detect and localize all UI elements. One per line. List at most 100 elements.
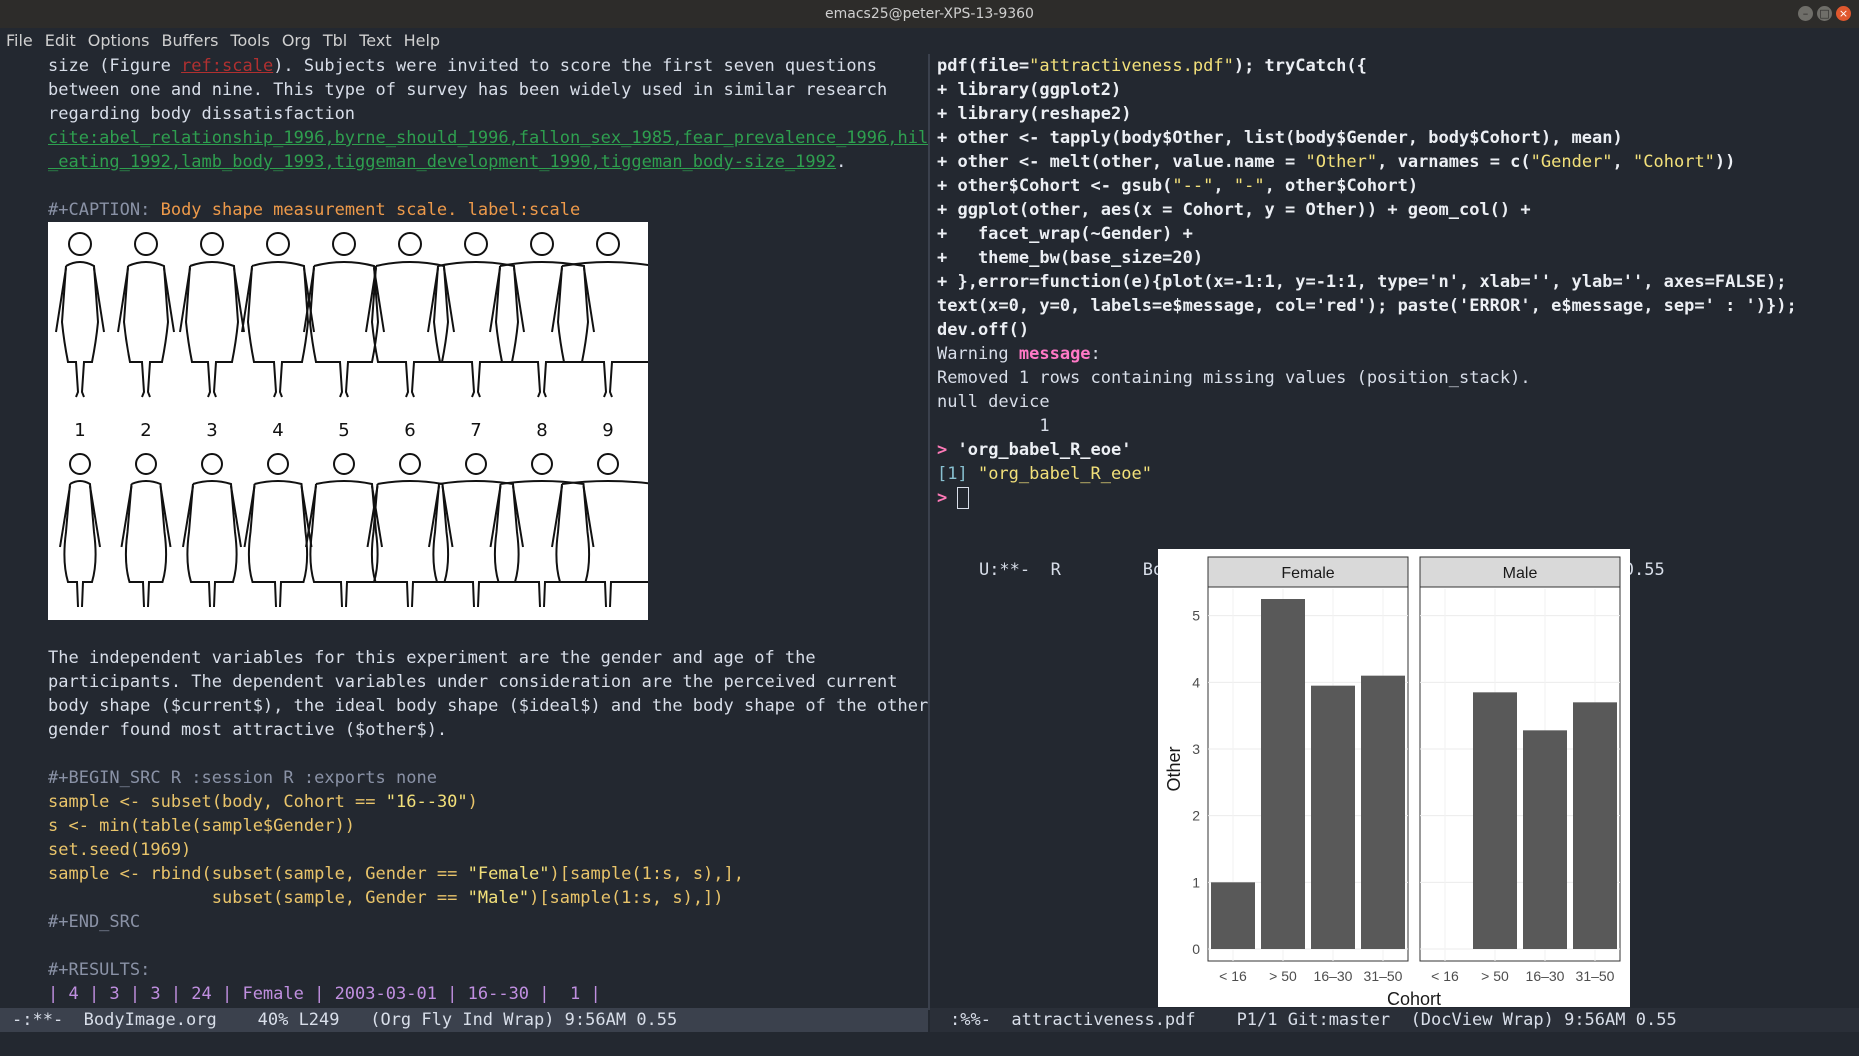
- text-run: 'org_babel_R_eoe': [957, 440, 1132, 460]
- minibuffer[interactable]: [0, 1032, 1859, 1053]
- menu-item-tools[interactable]: Tools: [224, 28, 275, 54]
- text-run: text(x=0, y=0, labels=e$message, col='re…: [937, 296, 1797, 316]
- male-figure-2: [117, 232, 175, 398]
- org-link[interactable]: _eating_1992,lamb_body_1993,tiggeman_dev…: [48, 152, 836, 172]
- scale-number: 5: [338, 420, 349, 441]
- y-tick-label: 0: [1192, 941, 1200, 957]
- text-run: regarding body dissatisfaction: [48, 104, 356, 124]
- menu-item-text[interactable]: Text: [353, 28, 397, 54]
- x-tick-label: 31–50: [1364, 968, 1403, 984]
- text-run: "16--30": [385, 792, 468, 812]
- scale-number: 8: [536, 420, 547, 441]
- female-figure-9: [551, 453, 665, 608]
- org-link[interactable]: cite:abel_relationship_1996,byrne_should…: [48, 128, 928, 148]
- text-run: dev.off(): [937, 320, 1030, 340]
- y-tick-label: 5: [1192, 608, 1200, 624]
- menu-item-org[interactable]: Org: [276, 28, 317, 54]
- male-figure-8: [489, 232, 595, 398]
- text-run: Removed 1 rows containing missing values…: [937, 368, 1531, 388]
- org-line: #+CAPTION: Body shape measurement scale.…: [48, 198, 580, 222]
- text-run: s <- min(table(sample$Gender)): [48, 816, 356, 836]
- text-run: "Other": [1305, 152, 1378, 172]
- scale-number: 2: [140, 420, 151, 441]
- text-run: "-": [1233, 176, 1265, 196]
- scale-number: 7: [470, 420, 481, 441]
- close-icon[interactable]: ×: [1836, 6, 1851, 21]
- org-line: #+BEGIN_SRC R :session R :exports none: [48, 766, 437, 790]
- text-run: subset(sample, Gender ==: [48, 888, 468, 908]
- org-line: size (Figure ref:scale). Subjects were i…: [48, 54, 877, 78]
- r-console-line: + library(ggplot2): [937, 78, 1121, 102]
- scale-number: 3: [206, 420, 217, 441]
- facet-label: Female: [1281, 565, 1334, 582]
- r-console-line: pdf(file="attractiveness.pdf"); tryCatch…: [937, 54, 1367, 78]
- x-tick-label: > 50: [1269, 968, 1297, 984]
- text-run: ,: [1213, 176, 1234, 196]
- female-figure-8: [489, 453, 595, 608]
- menu-item-buffers[interactable]: Buffers: [156, 28, 225, 54]
- window-title: emacs25@peter-XPS-13-9360: [825, 6, 1034, 22]
- female-figure-4: [243, 453, 313, 608]
- x-axis-label: Cohort: [1387, 989, 1441, 1007]
- text-run: message: [1018, 344, 1091, 364]
- text-run: between one and nine. This type of surve…: [48, 80, 888, 100]
- r-console-line: null device: [937, 390, 1050, 414]
- text-run: participants. The dependent variables un…: [48, 672, 898, 692]
- r-console-line: + facet_wrap(~Gender) +: [937, 222, 1193, 246]
- maximize-icon[interactable]: □: [1817, 6, 1832, 21]
- text-run: sample <- rbind(subset(sample, Gender ==: [48, 864, 468, 884]
- text-run: body shape ($current$), the ideal body s…: [48, 696, 928, 716]
- scale-number: 4: [272, 420, 283, 441]
- text-run: + other$Cohort <- gsub(: [937, 176, 1173, 196]
- text-run: )[sample(1:s, s),],: [549, 864, 744, 884]
- text-run: ,: [1612, 152, 1634, 172]
- text-run: | 4 | 3 | 3 | 24 | Female | 2003-03-01 |…: [48, 984, 601, 1004]
- menu-item-options[interactable]: Options: [82, 28, 156, 54]
- menu-item-edit[interactable]: Edit: [39, 28, 82, 54]
- x-tick-label: 16–30: [1314, 968, 1353, 984]
- text-run: "Male": [467, 888, 530, 908]
- org-line: body shape ($current$), the ideal body s…: [48, 694, 928, 718]
- org-line: s <- min(table(sample$Gender)): [48, 814, 355, 838]
- text-run: [1]: [937, 464, 978, 484]
- text-cursor: [957, 487, 970, 509]
- org-buffer-pane[interactable]: size (Figure ref:scale). Subjects were i…: [0, 54, 928, 1010]
- text-run: Warning: [937, 344, 1019, 364]
- org-line: regarding body dissatisfaction: [48, 102, 355, 126]
- text-run: "Cohort": [1633, 152, 1715, 172]
- attractiveness-chart: Female < 16 > 50 16–30 31–50 Male < 16 > 50 16–3…: [1164, 556, 1621, 1009]
- text-run: #+BEGIN_SRC R :session R :exports none: [48, 768, 437, 788]
- r-console-line: + other <- tapply(body$Other, list(body$…: [937, 126, 1623, 150]
- right-modeline-text: :%%- attractiveness.pdf P1/1 Git:master …: [950, 1010, 1677, 1030]
- text-run: + theme_bw(base_size=20): [937, 248, 1204, 268]
- text-run: #+CAPTION:: [48, 200, 161, 220]
- org-line: participants. The dependent variables un…: [48, 670, 898, 694]
- female-figure-2: [120, 453, 172, 608]
- r-console-line: >: [937, 486, 970, 510]
- left-modeline: -:**- BodyImage.org 40% L249 (Org Fly In…: [0, 1008, 928, 1032]
- female-figure-7: [428, 453, 524, 608]
- r-console-line: + other <- melt(other, value.name = "Oth…: [937, 150, 1735, 174]
- male-figure-7: [427, 232, 525, 398]
- r-console-line: text(x=0, y=0, labels=e$message, col='re…: [937, 294, 1797, 318]
- org-line: sample <- rbind(subset(sample, Gender ==…: [48, 862, 744, 886]
- org-line: between one and nine. This type of surve…: [48, 78, 887, 102]
- text-run: )[sample(1:s, s),]): [529, 888, 724, 908]
- text-run: .: [836, 152, 847, 172]
- text-run: pdf(file=: [937, 56, 1030, 76]
- text-run: ). Subjects were invited to score the fi…: [273, 56, 878, 76]
- org-line: | 4 | 3 | 3 | 24 | Female | 2003-03-01 |…: [48, 982, 601, 1006]
- text-run: >: [937, 440, 958, 460]
- text-run: "Gender": [1530, 152, 1613, 172]
- male-figure-9: [551, 232, 665, 398]
- menu-item-file[interactable]: File: [0, 28, 39, 54]
- r-console-line: + ggplot(other, aes(x = Cohort, y = Othe…: [937, 198, 1531, 222]
- text-run: "Female": [467, 864, 550, 884]
- org-link[interactable]: ref:scale: [181, 56, 273, 76]
- menu-item-help[interactable]: Help: [398, 28, 446, 54]
- female-figure-3: [182, 453, 242, 608]
- minimize-icon[interactable]: –: [1798, 6, 1813, 21]
- r-console-line: Warning message:: [937, 342, 1101, 366]
- scale-number: 1: [74, 420, 85, 441]
- menu-item-tbl[interactable]: Tbl: [317, 28, 353, 54]
